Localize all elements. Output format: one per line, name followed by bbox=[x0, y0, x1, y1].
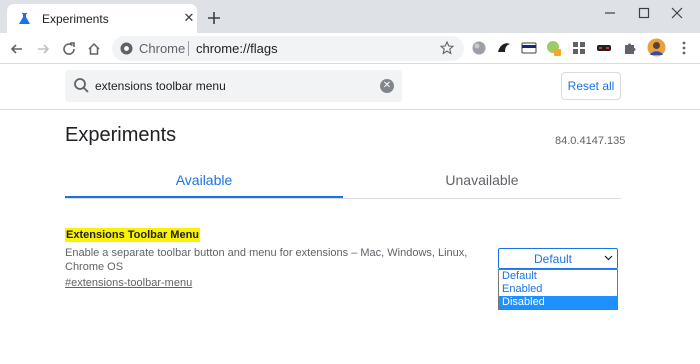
browser-window: Experiments ✕ Chrome chrome://flags exte… bbox=[0, 0, 700, 364]
omnibox-divider bbox=[188, 41, 189, 56]
layout-extension-icon[interactable] bbox=[571, 40, 587, 56]
mask-extension-icon[interactable] bbox=[596, 40, 612, 56]
tabs-divider bbox=[65, 198, 621, 199]
tab-experiments[interactable]: Experiments ✕ bbox=[7, 4, 197, 33]
close-tab-icon[interactable]: ✕ bbox=[182, 11, 196, 25]
card-extension-icon[interactable] bbox=[521, 40, 537, 56]
clear-search-icon[interactable]: ✕ bbox=[380, 79, 394, 93]
option-enabled[interactable]: Enabled bbox=[499, 283, 617, 296]
tab-unavailable[interactable]: Unavailable bbox=[343, 165, 621, 199]
option-default[interactable]: Default bbox=[499, 270, 617, 283]
minimize-icon[interactable] bbox=[600, 5, 620, 21]
chrome-icon bbox=[120, 42, 133, 55]
avatar[interactable] bbox=[647, 38, 666, 57]
globe-extension-icon[interactable] bbox=[471, 40, 487, 56]
forward-icon[interactable] bbox=[35, 41, 51, 57]
page-title: Experiments bbox=[65, 124, 177, 146]
search-icon bbox=[74, 78, 89, 93]
maximize-icon[interactable] bbox=[634, 5, 654, 21]
bookmark-star-icon[interactable] bbox=[440, 41, 454, 55]
green-extension-icon[interactable] bbox=[546, 40, 562, 56]
close-window-icon[interactable] bbox=[667, 5, 687, 21]
menu-kebab-icon[interactable] bbox=[676, 40, 692, 56]
option-disabled[interactable]: Disabled bbox=[499, 296, 617, 309]
back-icon[interactable] bbox=[9, 41, 25, 57]
bird-extension-icon[interactable] bbox=[496, 40, 512, 56]
extensions-puzzle-icon[interactable] bbox=[622, 40, 638, 56]
flag-title: Extensions Toolbar Menu bbox=[65, 228, 201, 242]
reset-all-button[interactable]: Reset all bbox=[561, 72, 621, 100]
flag-permalink[interactable]: #extensions-toolbar-menu bbox=[65, 277, 192, 289]
url-text: chrome://flags bbox=[196, 41, 278, 56]
search-value: extensions toolbar menu bbox=[95, 79, 226, 93]
select-dropdown-list: Default Enabled Disabled bbox=[498, 269, 618, 310]
new-tab-icon[interactable] bbox=[206, 10, 222, 26]
search-input[interactable]: extensions toolbar menu ✕ bbox=[65, 70, 402, 102]
tab-title: Experiments bbox=[42, 12, 109, 26]
reload-icon[interactable] bbox=[61, 41, 77, 57]
active-tab-indicator bbox=[65, 196, 343, 198]
select-value: Default bbox=[533, 252, 573, 266]
flag-state-select[interactable]: Default bbox=[498, 248, 618, 269]
flask-icon bbox=[19, 13, 30, 24]
flag-description: Enable a separate toolbar button and men… bbox=[65, 247, 468, 273]
address-bar[interactable]: Chrome chrome://flags bbox=[112, 36, 464, 61]
flags-search-header: extensions toolbar menu ✕ Reset all bbox=[0, 64, 700, 110]
version-label: 84.0.4147.135 bbox=[555, 135, 626, 147]
tab-strip: Experiments ✕ bbox=[0, 0, 700, 33]
chevron-down-icon bbox=[604, 255, 613, 261]
tab-available[interactable]: Available bbox=[65, 165, 343, 199]
site-label: Chrome bbox=[139, 41, 186, 56]
home-icon[interactable] bbox=[86, 41, 102, 57]
browser-toolbar: Chrome chrome://flags bbox=[0, 33, 700, 64]
